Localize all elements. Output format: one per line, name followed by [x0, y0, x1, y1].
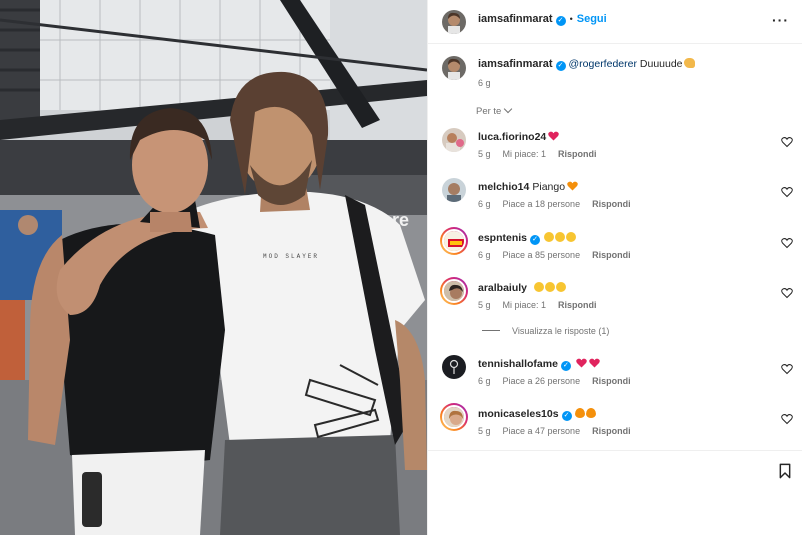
reply-button[interactable]: Rispondi: [558, 300, 597, 310]
commenter-username[interactable]: aralbaiuly: [478, 282, 527, 294]
comment-text-line: espntenis ✓: [478, 232, 576, 245]
like-comment-heart-icon[interactable]: [781, 413, 793, 425]
comment-text: Piango: [532, 181, 566, 193]
post-actions-bar: [428, 450, 802, 535]
reply-button[interactable]: Rispondi: [592, 376, 631, 386]
post-photo[interactable]: re MOD SLAYER: [0, 0, 427, 535]
like-comment-heart-icon[interactable]: [781, 186, 793, 198]
commenter-username[interactable]: monicaseles10s: [478, 408, 559, 420]
follow-button[interactable]: Segui: [577, 13, 607, 25]
header-author-line: iamsafinmarat ✓ • Segui: [478, 13, 607, 26]
verified-badge-icon: ✓: [561, 411, 572, 421]
verified-badge-icon: ✓: [555, 61, 566, 71]
comment-time: 6 g: [478, 376, 491, 386]
comment-item: aralbaiuly 5 g Mi piace: 1 Rispondi: [428, 277, 802, 319]
verified-badge-icon: ✓: [560, 361, 571, 371]
like-comment-heart-icon[interactable]: [781, 287, 793, 299]
comment-text-line: melchio14 Piango: [478, 181, 578, 193]
more-options-icon[interactable]: ···: [772, 12, 789, 28]
comment-item: luca.fiorino24 5 g Mi piace: 1 Rispondi: [428, 128, 802, 168]
caption-author-avatar[interactable]: [442, 56, 466, 80]
commenter-avatar[interactable]: [442, 279, 466, 303]
commenter-username[interactable]: melchio14: [478, 181, 529, 193]
caption-body: Duuuude: [639, 58, 683, 70]
commenter-username[interactable]: tennishallofame: [478, 358, 558, 370]
photo-illustration: re MOD SLAYER: [0, 0, 427, 535]
view-replies-label: Visualizza le risposte (1): [512, 326, 610, 336]
comment-time: 5 g: [478, 149, 491, 159]
crying-face-icon: [544, 282, 555, 292]
comment-meta: 6 g Piace a 26 persone Rispondi: [478, 376, 643, 386]
reply-button[interactable]: Rispondi: [558, 149, 597, 159]
orange-heart-icon: [567, 181, 578, 191]
author-username[interactable]: iamsafinmarat: [478, 13, 553, 25]
chevron-down-icon: [504, 104, 513, 114]
comment-text-line: tennishallofame ✓: [478, 358, 600, 371]
comment-likes[interactable]: Piace a 18 persone: [503, 199, 581, 209]
comment-likes[interactable]: Mi piace: 1: [503, 149, 547, 159]
comment-meta: 5 g Mi piace: 1 Rispondi: [478, 149, 609, 159]
like-comment-heart-icon[interactable]: [781, 237, 793, 249]
comment-likes[interactable]: Mi piace: 1: [503, 300, 547, 310]
comment-text-line: monicaseles10s ✓: [478, 408, 597, 421]
comment-item: melchio14 Piango 6 g Piace a 18 persone Ris…: [428, 178, 802, 218]
commenter-username[interactable]: espntenis: [478, 232, 527, 244]
fire-icon: [575, 408, 586, 418]
commenter-username[interactable]: luca.fiorino24: [478, 131, 546, 143]
comment-item: monicaseles10s ✓ 5 g Piace a 47 persone Ris…: [428, 403, 802, 445]
comment-text-line: aralbaiuly: [478, 282, 566, 294]
caption-username[interactable]: iamsafinmarat: [478, 58, 553, 70]
sort-label: Per te: [476, 106, 502, 117]
post-header: iamsafinmarat ✓ • Segui ···: [428, 0, 802, 44]
reply-button[interactable]: Rispondi: [592, 199, 631, 209]
view-replies-button[interactable]: Visualizza le risposte (1): [482, 326, 609, 336]
comment-meta: 6 g Piace a 18 persone Rispondi: [478, 199, 643, 209]
like-comment-heart-icon[interactable]: [781, 136, 793, 148]
comment-likes[interactable]: Piace a 26 persone: [503, 376, 581, 386]
heart-eyes-face-icon: [543, 232, 554, 242]
red-heart-icon: [589, 358, 600, 368]
comment-meta: 6 g Piace a 85 persone Rispondi: [478, 250, 643, 260]
crying-face-icon: [533, 282, 544, 292]
heart-eyes-face-icon: [554, 232, 565, 242]
heart-eyes-face-icon: [565, 232, 576, 242]
flexed-biceps-icon: [683, 58, 695, 68]
red-heart-icon: [548, 131, 560, 141]
comment-time: 5 g: [478, 426, 491, 436]
comment-likes[interactable]: Piace a 85 persone: [503, 250, 581, 260]
shirt-print-text: MOD SLAYER: [263, 253, 319, 260]
commenter-avatar[interactable]: [442, 405, 466, 429]
like-comment-heart-icon[interactable]: [781, 363, 793, 375]
comment-item: tennishallofame ✓ 6 g Piace a 26 persone Ri…: [428, 355, 802, 395]
commenter-avatar[interactable]: [442, 178, 466, 202]
comment-text-line: luca.fiorino24: [478, 131, 560, 143]
post-sidebar: iamsafinmarat ✓ • Segui ··· iamsafinmarat ✓ …: [427, 0, 802, 535]
caption-mention-link[interactable]: @rogerfederer: [569, 58, 637, 70]
fire-icon: [586, 408, 597, 418]
comment-time: 6 g: [478, 250, 491, 260]
comment-time: 6 g: [478, 199, 491, 209]
replies-divider-line: [482, 330, 500, 331]
comment-meta: 5 g Mi piace: 1 Rispondi: [478, 300, 609, 310]
crying-face-icon: [555, 282, 566, 292]
caption-text-line: iamsafinmarat ✓ @rogerfederer Duuuude: [478, 58, 695, 71]
comment-time: 5 g: [478, 300, 491, 310]
verified-badge-icon: ✓: [555, 16, 566, 26]
red-heart-icon: [576, 358, 587, 368]
comment-item: espntenis ✓ 6 g Piace a 85 persone Rispondi: [428, 227, 802, 269]
comment-likes[interactable]: Piace a 47 persone: [503, 426, 581, 436]
reply-button[interactable]: Rispondi: [592, 250, 631, 260]
caption-time: 6 g: [478, 78, 491, 88]
comment-meta: 5 g Piace a 47 persone Rispondi: [478, 426, 643, 436]
commenter-avatar[interactable]: [442, 128, 466, 152]
comments-sort-dropdown[interactable]: Per te: [476, 104, 513, 117]
verified-badge-icon: ✓: [530, 235, 541, 245]
separator-dot: •: [569, 14, 573, 24]
author-avatar[interactable]: [442, 10, 466, 34]
commenter-avatar[interactable]: [442, 229, 466, 253]
commenter-avatar[interactable]: [442, 355, 466, 379]
bookmark-icon[interactable]: [777, 463, 793, 479]
reply-button[interactable]: Rispondi: [592, 426, 631, 436]
